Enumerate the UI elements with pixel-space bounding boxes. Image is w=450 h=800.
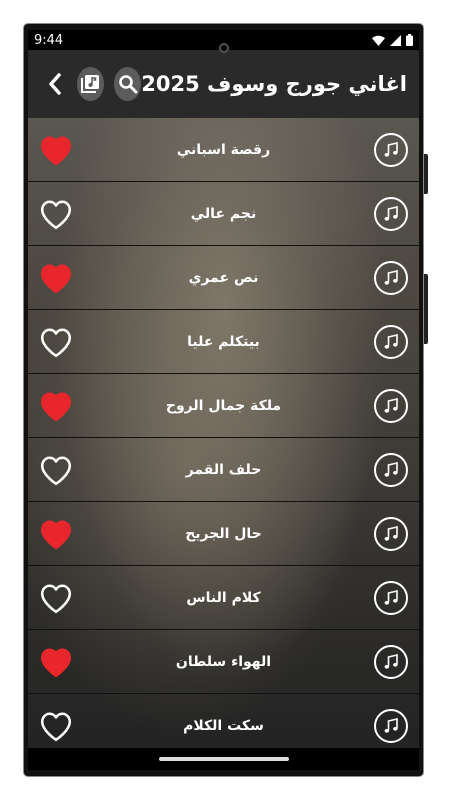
song-list: رقصة اسباني نجم عالي نص عمري بيتكلم عليا ملك…	[28, 118, 419, 758]
status-icons	[372, 34, 413, 46]
song-title: كلام الناس	[186, 589, 261, 606]
heart-outline-icon	[40, 200, 72, 229]
favorite-button[interactable]	[38, 708, 74, 744]
volume-button	[424, 154, 428, 194]
heart-filled-icon	[40, 264, 72, 293]
song-row[interactable]: نص عمري	[28, 246, 419, 310]
song-title: رقصة اسباني	[176, 141, 271, 158]
heart-filled-icon	[40, 520, 72, 549]
song-row[interactable]: كلام الناس	[28, 566, 419, 630]
music-note-icon	[384, 589, 398, 605]
page-title: اغاني جورج وسوف 2025	[141, 72, 407, 96]
song-row[interactable]: رقصة اسباني	[28, 118, 419, 182]
play-song-button[interactable]	[374, 324, 408, 359]
song-row[interactable]: ملكة جمال الروح	[28, 374, 419, 438]
favorite-button[interactable]	[38, 324, 74, 360]
music-note-icon	[384, 525, 398, 541]
front-camera	[218, 43, 229, 53]
power-button	[424, 274, 428, 344]
heart-outline-icon	[40, 328, 72, 357]
song-row[interactable]: بيتكلم عليا	[28, 310, 419, 374]
song-title: سكت الكلام	[183, 717, 264, 734]
music-library-icon	[81, 75, 100, 93]
play-song-button[interactable]	[374, 132, 408, 167]
heart-filled-icon	[40, 392, 72, 421]
battery-icon	[406, 34, 413, 46]
song-title: الهواء سلطان	[175, 653, 272, 670]
music-note-icon	[384, 141, 398, 157]
heart-outline-icon	[40, 456, 72, 485]
play-song-button[interactable]	[374, 516, 408, 551]
song-title: نجم عالي	[190, 205, 257, 222]
favorite-button[interactable]	[38, 388, 74, 424]
favorite-button[interactable]	[38, 132, 74, 168]
play-song-button[interactable]	[374, 260, 408, 295]
back-button[interactable]	[44, 64, 67, 104]
music-note-icon	[384, 397, 398, 413]
status-time: 9:44	[34, 32, 64, 48]
favorite-button[interactable]	[38, 452, 74, 488]
music-note-icon	[384, 269, 398, 285]
screen: 9:44 اغاني جورج وسوف 2025 رقصة اسباني نج…	[28, 30, 419, 770]
song-title: حال الجريح	[185, 525, 262, 542]
play-song-button[interactable]	[374, 196, 408, 231]
play-song-button[interactable]	[374, 708, 408, 743]
signal-icon	[390, 34, 401, 46]
favorite-button[interactable]	[38, 196, 74, 232]
favorite-button[interactable]	[38, 644, 74, 680]
search-button[interactable]	[113, 67, 142, 101]
playlist-button[interactable]	[76, 67, 104, 101]
heart-filled-icon	[40, 648, 72, 677]
favorite-button[interactable]	[38, 580, 74, 616]
play-song-button[interactable]	[374, 644, 408, 679]
chevron-left-icon	[49, 73, 62, 95]
song-row[interactable]: نجم عالي	[28, 182, 419, 246]
play-song-button[interactable]	[374, 388, 408, 423]
favorite-button[interactable]	[38, 260, 74, 296]
heart-outline-icon	[40, 712, 72, 741]
play-song-button[interactable]	[374, 452, 408, 487]
app-bar: اغاني جورج وسوف 2025	[28, 50, 419, 118]
music-note-icon	[384, 461, 398, 477]
song-row[interactable]: الهواء سلطان	[28, 630, 419, 694]
wifi-icon	[372, 35, 385, 46]
music-note-icon	[384, 205, 398, 221]
music-note-icon	[384, 653, 398, 669]
song-title: ملكة جمال الروح	[165, 397, 282, 414]
heart-outline-icon	[40, 584, 72, 613]
song-title: نص عمري	[188, 269, 259, 286]
music-note-icon	[384, 333, 398, 349]
song-title: بيتكلم عليا	[187, 333, 260, 350]
navigation-bar	[28, 748, 419, 770]
music-note-icon	[384, 717, 398, 733]
heart-filled-icon	[40, 136, 72, 165]
search-icon	[118, 75, 138, 94]
song-title: حلف القمر	[185, 461, 262, 478]
song-row[interactable]: حلف القمر	[28, 438, 419, 502]
home-indicator[interactable]	[158, 757, 289, 761]
song-row[interactable]: حال الجريح	[28, 502, 419, 566]
phone-frame: 9:44 اغاني جورج وسوف 2025 رقصة اسباني نج…	[24, 24, 428, 776]
play-song-button[interactable]	[374, 580, 408, 615]
favorite-button[interactable]	[38, 516, 74, 552]
